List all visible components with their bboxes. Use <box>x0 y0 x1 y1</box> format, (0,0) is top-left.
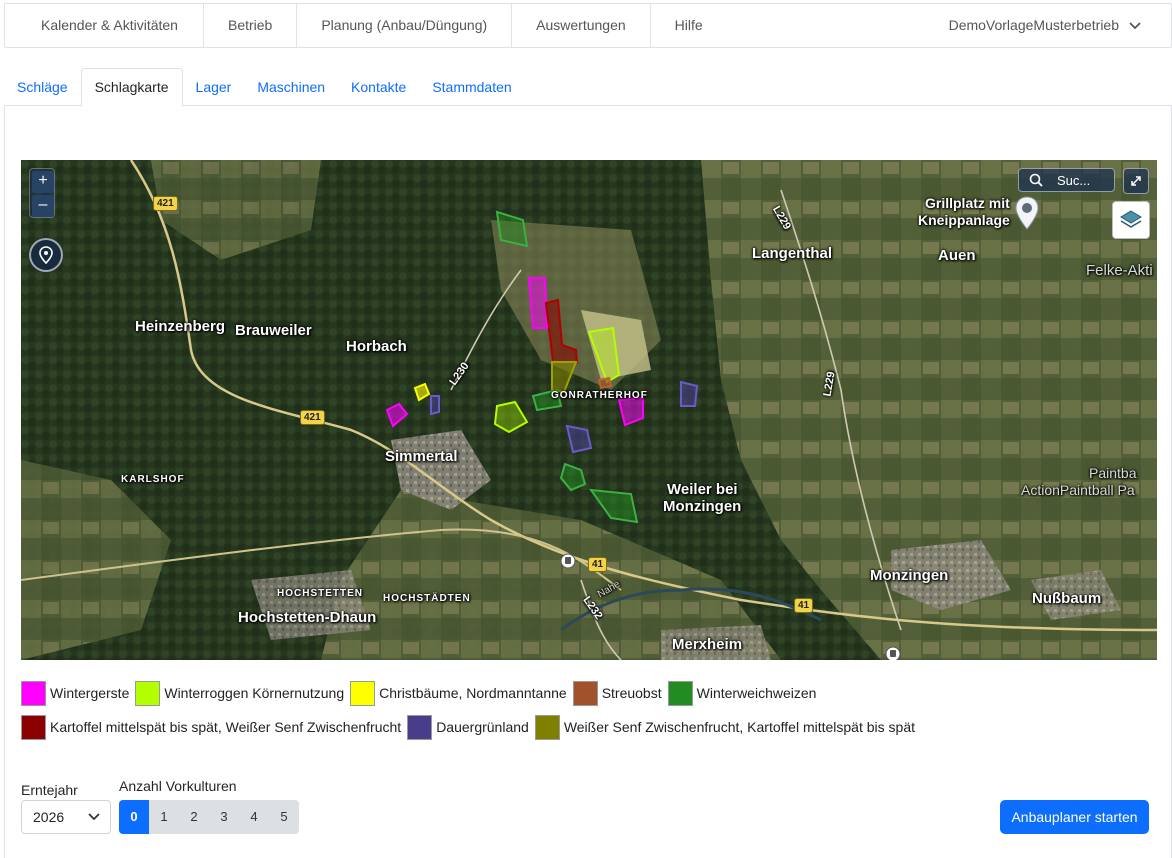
place-merxheim: Merxheim <box>672 636 743 653</box>
place-monzingen: Monzingen <box>870 567 949 584</box>
nav-hilfe[interactable]: Hilfe <box>651 4 727 47</box>
legend-label: Winterweichweizen <box>696 685 817 701</box>
tab-bar: Schläge Schlagkarte Lager Maschinen Kont… <box>4 68 1172 107</box>
legend-item: Christbäume, Nordmanntanne <box>350 680 567 706</box>
tab-stammdaten[interactable]: Stammdaten <box>419 68 524 106</box>
nav-auswertungen[interactable]: Auswertungen <box>512 4 651 47</box>
legend-swatch-weisser-senf <box>534 714 560 740</box>
legend-row: Wintergerste Winterroggen Körnernutzung … <box>21 676 1161 710</box>
legend-row: Kartoffel mittelspät bis spät, Weißer Se… <box>21 710 1161 744</box>
chevron-down-icon <box>88 813 100 821</box>
legend-swatch-wintergerste <box>21 680 46 706</box>
nav-planung[interactable]: Planung (Anbau/Düngung) <box>297 4 513 47</box>
layers-icon <box>1120 210 1142 228</box>
road-shield-421-a: 421 <box>153 196 178 211</box>
field-map[interactable]: Heinzenberg Brauweiler Horbach Simmertal… <box>21 160 1157 660</box>
nav-kalender[interactable]: Kalender & Aktivitäten <box>5 4 204 47</box>
fullscreen-icon <box>1131 176 1141 186</box>
search-icon <box>1029 173 1043 187</box>
legend-label: Christbäume, Nordmanntanne <box>379 685 567 701</box>
place-hochstaedten: HOCHSTÄDTEN <box>383 593 471 604</box>
place-hochstetten: HOCHSTETTEN <box>277 588 363 599</box>
tab-schlagkarte[interactable]: Schlagkarte <box>80 68 183 107</box>
vorkulturen-option-0[interactable]: 0 <box>119 800 149 834</box>
legend-label: Dauergrünland <box>436 719 529 735</box>
user-menu[interactable]: DemoVorlageMusterbetrieb <box>949 4 1171 47</box>
zoom-out-button[interactable]: – <box>32 195 54 217</box>
legend-item: Winterweichweizen <box>667 680 817 706</box>
anbauplaner-starten-button[interactable]: Anbauplaner starten <box>1000 800 1149 834</box>
legend-item: Winterroggen Körnernutzung <box>135 680 345 706</box>
map-legend: Wintergerste Winterroggen Körnernutzung … <box>21 676 1161 744</box>
legend-item: Wintergerste <box>21 680 130 706</box>
place-felke: Felke-Akti <box>1086 262 1153 279</box>
erntejahr-select[interactable]: 2026 <box>21 800 111 834</box>
legend-swatch-kartoffel <box>21 714 46 740</box>
map-pin-icon[interactable] <box>1015 196 1039 230</box>
user-name: DemoVorlageMusterbetrieb <box>948 17 1119 33</box>
map-search-button[interactable]: Suc... <box>1018 168 1115 192</box>
train-station-icon <box>560 553 576 569</box>
legend-swatch-winterroggen <box>135 680 161 706</box>
place-gonratherhof: GONRATHERHOF <box>551 390 648 401</box>
place-weiler-1: Weiler bei <box>667 481 738 498</box>
top-navbar: Kalender & Aktivitäten Betrieb Planung (… <box>4 3 1172 48</box>
locate-button[interactable] <box>29 238 63 272</box>
legend-label: Kartoffel mittelspät bis spät, Weißer Se… <box>50 719 402 735</box>
location-pin-icon <box>39 246 53 264</box>
vorkulturen-button-group: 0 1 2 3 4 5 <box>119 800 299 834</box>
legend-item: Kartoffel mittelspät bis spät, Weißer Se… <box>21 714 402 740</box>
legend-label: Winterroggen Körnernutzung <box>164 685 345 701</box>
legend-swatch-streuobst <box>572 680 598 706</box>
map-search-label: Suc... <box>1057 172 1091 188</box>
place-hochstetten-dhaun: Hochstetten-Dhaun <box>238 609 377 626</box>
road-shield-41-b: 41 <box>794 598 814 613</box>
vorkulturen-label: Anzahl Vorkulturen <box>119 778 237 794</box>
tab-lager[interactable]: Lager <box>183 68 245 106</box>
layer-switcher-button[interactable] <box>1112 201 1150 239</box>
legend-item: Weißer Senf Zwischenfrucht, Kartoffel mi… <box>534 714 915 740</box>
legend-item: Streuobst <box>572 680 662 706</box>
legend-swatch-christbaeume <box>350 680 376 706</box>
satellite-background <box>21 160 1157 660</box>
place-auen: Auen <box>938 247 976 264</box>
place-karlshof: KARLSHOF <box>121 474 185 485</box>
place-weiler-2: Monzingen <box>663 498 742 515</box>
train-station-icon <box>885 646 901 660</box>
place-langenthal: Langenthal <box>752 245 833 262</box>
place-nussbaum: Nußbaum <box>1032 590 1102 607</box>
zoom-in-button[interactable]: + <box>32 171 54 193</box>
legend-swatch-winterweichweizen <box>667 680 693 706</box>
fullscreen-button[interactable] <box>1123 168 1149 194</box>
place-heinzenberg: Heinzenberg <box>135 318 226 335</box>
chevron-down-icon <box>1129 22 1141 30</box>
nav-betrieb[interactable]: Betrieb <box>204 4 298 47</box>
poi-label: Grillplatz mit Kneippanlage <box>918 195 1010 228</box>
zoom-control: + – <box>29 168 55 218</box>
vorkulturen-option-1[interactable]: 1 <box>149 800 179 834</box>
legend-label: Wintergerste <box>50 685 130 701</box>
legend-label: Streuobst <box>601 685 662 701</box>
tab-schlaege[interactable]: Schläge <box>4 68 81 106</box>
vorkulturen-option-2[interactable]: 2 <box>179 800 209 834</box>
road-shield-41-a: 41 <box>588 557 608 572</box>
tab-maschinen[interactable]: Maschinen <box>244 68 338 106</box>
place-actionpaintball: ActionPaintball Pa <box>1021 482 1135 498</box>
erntejahr-label: Erntejahr <box>21 782 78 798</box>
place-horbach: Horbach <box>346 338 407 355</box>
legend-swatch-dauergruenland <box>407 714 433 740</box>
legend-item: Dauergrünland <box>407 714 529 740</box>
road-shield-421-b: 421 <box>300 410 325 425</box>
tab-kontakte[interactable]: Kontakte <box>338 68 419 106</box>
vorkulturen-option-3[interactable]: 3 <box>209 800 239 834</box>
vorkulturen-option-5[interactable]: 5 <box>269 800 299 834</box>
place-simmertal: Simmertal <box>385 448 458 465</box>
legend-label: Weißer Senf Zwischenfrucht, Kartoffel mi… <box>563 719 915 735</box>
erntejahr-value: 2026 <box>33 809 65 825</box>
place-paintba: Paintba <box>1089 465 1137 481</box>
vorkulturen-option-4[interactable]: 4 <box>239 800 269 834</box>
place-brauweiler: Brauweiler <box>235 322 312 339</box>
